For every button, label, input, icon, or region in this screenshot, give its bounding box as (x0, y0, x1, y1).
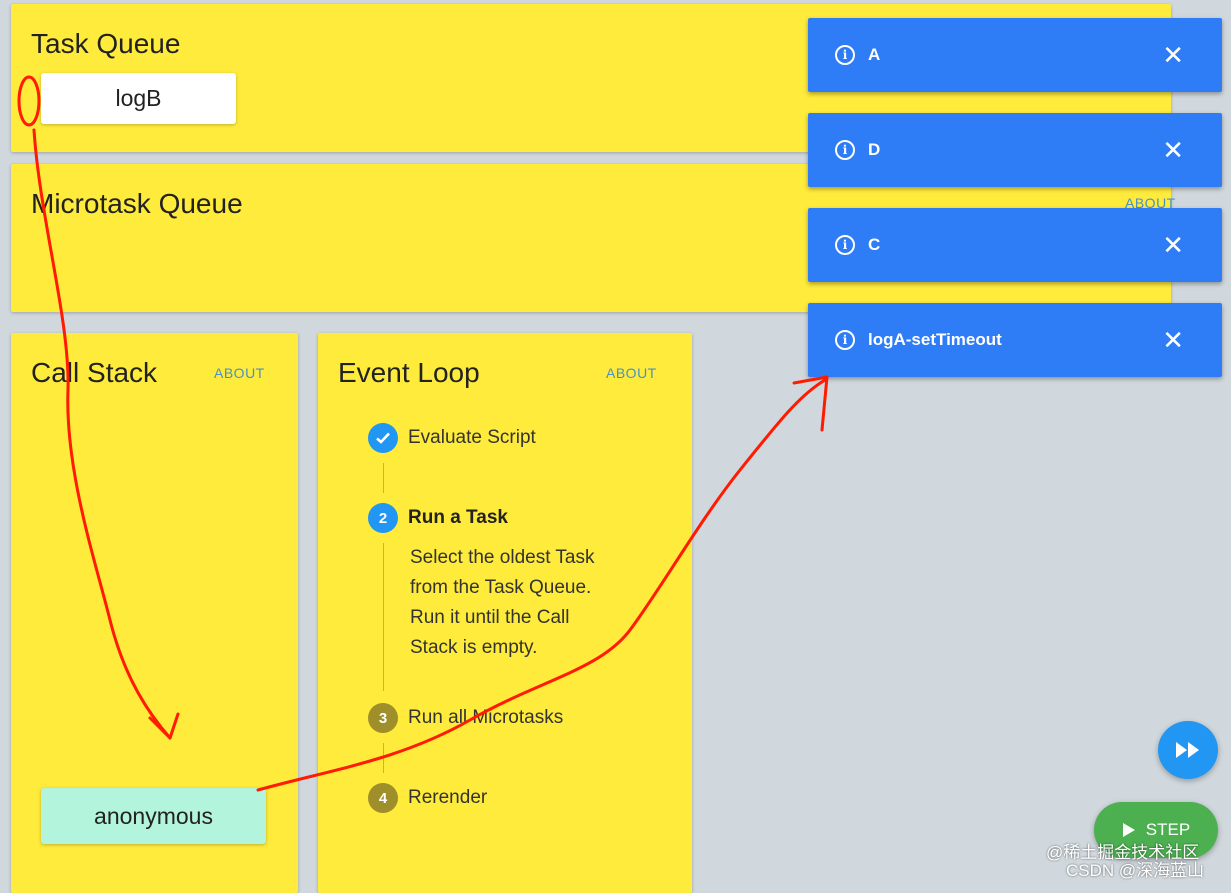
toast-notification: i A ✕ (808, 18, 1222, 92)
toast-notification: i D ✕ (808, 113, 1222, 187)
toast-message: logA-setTimeout (868, 330, 1002, 349)
step-run-task: 2 Run a Task (368, 503, 508, 533)
toast-notification: i C ✕ (808, 208, 1222, 282)
step-run-microtasks: 3 Run all Microtasks (368, 703, 563, 733)
step-label: Rerender (408, 787, 488, 808)
step-description-line: Stack is empty. (410, 637, 538, 658)
step-label: Run all Microtasks (408, 707, 564, 728)
task-item[interactable]: logB (41, 73, 236, 124)
step-number: 3 (368, 703, 398, 733)
step-connector (383, 463, 384, 493)
step-connector (383, 543, 384, 691)
info-icon: i (835, 45, 855, 65)
step-rerender: 4 Rerender (368, 783, 487, 813)
watermark-line: CSDN @深海蓝山 (1066, 861, 1205, 880)
step-label: Run a Task (408, 507, 508, 528)
step-description-line: from the Task Queue. (410, 577, 592, 598)
close-icon[interactable]: ✕ (1162, 40, 1184, 71)
call-stack-about-link[interactable]: ABOUT (214, 365, 265, 381)
microtask-queue-title: Microtask Queue (31, 188, 243, 219)
info-icon: i (835, 330, 855, 350)
info-icon: i (835, 235, 855, 255)
step-number: 4 (368, 783, 398, 813)
step-label: Evaluate Script (408, 427, 536, 448)
fast-forward-icon (1176, 742, 1199, 758)
stack-frame[interactable]: anonymous (41, 788, 266, 844)
event-loop-title: Event Loop (338, 357, 480, 388)
step-description-line: Run it until the Call (410, 607, 570, 628)
annotation-arrowhead (792, 375, 829, 432)
step-description: Select the oldest Task from the Task Que… (410, 543, 630, 663)
close-icon[interactable]: ✕ (1162, 230, 1184, 261)
toast-message: D (868, 140, 881, 159)
call-stack-panel: Call Stack ABOUT anonymous (11, 333, 298, 893)
play-icon (1122, 823, 1135, 837)
step-evaluate-script: Evaluate Script (368, 423, 536, 453)
check-icon (368, 423, 398, 453)
step-description-line: Select the oldest Task (410, 547, 595, 568)
toast-message: C (868, 235, 881, 254)
info-icon: i (835, 140, 855, 160)
fast-forward-button[interactable] (1158, 721, 1218, 779)
task-queue-title: Task Queue (31, 28, 181, 59)
toast-notification: i logA-setTimeout ✕ (808, 303, 1222, 377)
step-number: 2 (368, 503, 398, 533)
close-icon[interactable]: ✕ (1162, 325, 1184, 356)
step-connector (383, 743, 384, 773)
call-stack-title: Call Stack (31, 357, 158, 388)
close-icon[interactable]: ✕ (1162, 135, 1184, 166)
event-loop-about-link[interactable]: ABOUT (606, 365, 657, 381)
toast-message: A (868, 45, 881, 64)
step-button-label: STEP (1145, 820, 1191, 839)
